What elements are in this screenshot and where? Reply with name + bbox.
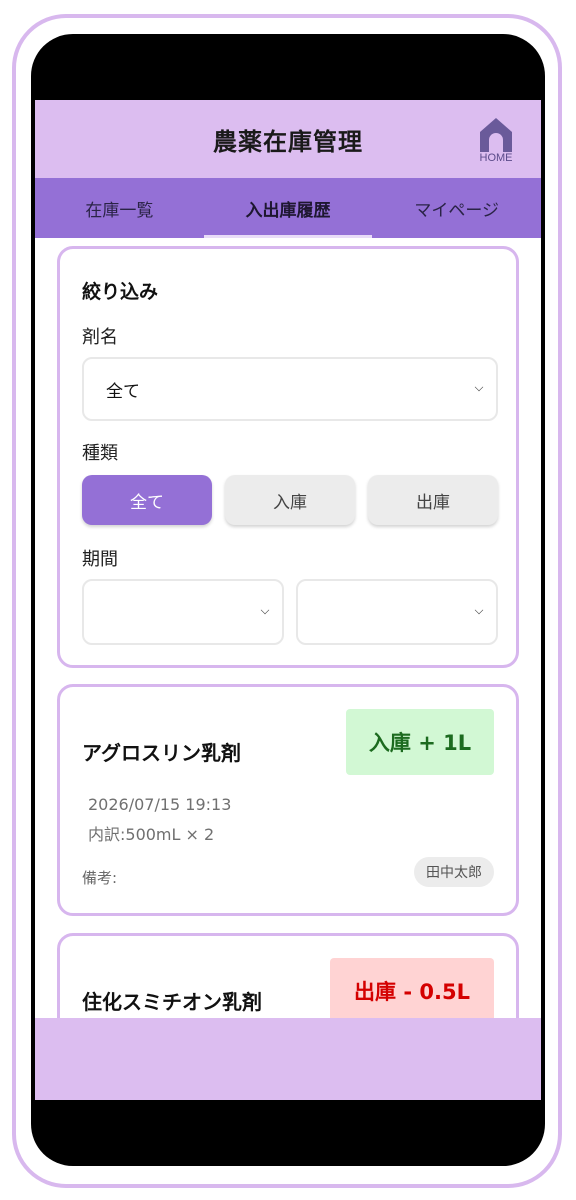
type-all-button[interactable]: 全て [82, 475, 212, 525]
filter-card: 絞り込み 剤名 全て 種類 全て 入庫 出庫 期間 [57, 246, 519, 668]
chevron-down-icon [260, 605, 270, 615]
drug-name-value: 全て [106, 381, 140, 402]
record-product-name: 住化スミチオン乳剤 [82, 990, 262, 1014]
phone-body: 農薬在庫管理 HOME 在庫一覧 入出庫履歴 マイページ 絞り込み 剤名 全て [31, 34, 545, 1166]
home-icon [480, 118, 512, 152]
record-user-chip: 田中太郎 [414, 857, 494, 887]
filter-title: 絞り込み [82, 281, 159, 303]
type-out-button[interactable]: 出庫 [368, 475, 498, 525]
tab-bar: 在庫一覧 入出庫履歴 マイページ [35, 178, 541, 238]
record-breakdown: 内訳:500mL × 2 [88, 825, 215, 844]
home-label: HOME [479, 152, 513, 164]
app-header: 農薬在庫管理 HOME [35, 100, 541, 178]
tab-inventory[interactable]: 在庫一覧 [35, 178, 204, 238]
record-product-name: アグロスリン乳剤 [82, 741, 241, 765]
main-content: 絞り込み 剤名 全て 種類 全て 入庫 出庫 期間 アグロスリン乳剤 入庫 + … [35, 238, 541, 1018]
type-in-button[interactable]: 入庫 [225, 475, 355, 525]
tab-history[interactable]: 入出庫履歴 [203, 178, 373, 238]
app-screen: 農薬在庫管理 HOME 在庫一覧 入出庫履歴 マイページ 絞り込み 剤名 全て [35, 100, 541, 1100]
record-note: 備考: [82, 869, 118, 887]
type-label: 種類 [82, 443, 118, 464]
bottom-bar [35, 1018, 541, 1100]
page-title: 農薬在庫管理 [213, 127, 363, 156]
period-end-select[interactable] [296, 579, 498, 645]
chevron-down-icon [474, 382, 484, 392]
period-label: 期間 [82, 549, 118, 570]
tab-mypage[interactable]: マイページ [372, 178, 541, 238]
history-record-card[interactable]: アグロスリン乳剤 入庫 + 1L 2026/07/15 19:13 内訳:500… [57, 684, 519, 916]
period-start-select[interactable] [82, 579, 284, 645]
chevron-down-icon [474, 605, 484, 615]
record-datetime: 2026/07/15 19:13 [88, 795, 232, 814]
home-button[interactable]: HOME [473, 114, 519, 170]
history-record-card[interactable]: 住化スミチオン乳剤 出庫 - 0.5L [57, 933, 519, 1018]
drug-name-label: 剤名 [82, 327, 118, 348]
record-quantity-badge: 入庫 + 1L [346, 709, 494, 775]
drug-name-select[interactable]: 全て [82, 357, 498, 421]
record-quantity-badge: 出庫 - 0.5L [330, 958, 494, 1018]
